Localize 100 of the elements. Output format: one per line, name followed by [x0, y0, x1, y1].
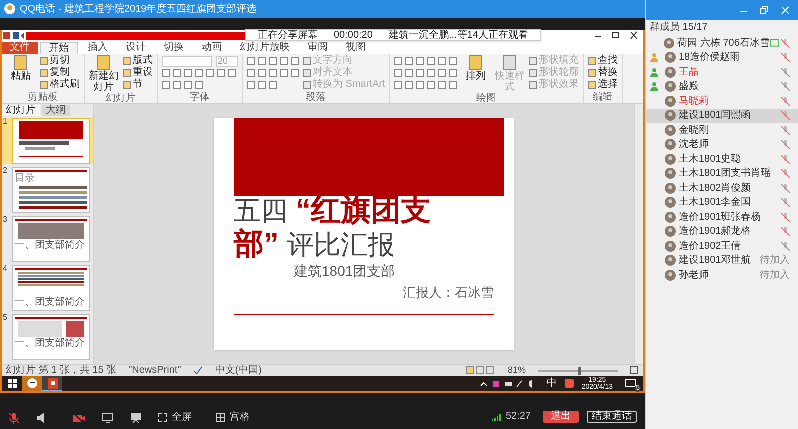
- grid-icon: [216, 413, 226, 423]
- avatar-icon: [665, 110, 676, 122]
- member-row[interactable]: 盛殿: [646, 80, 798, 94]
- group-label: 编辑: [592, 92, 614, 103]
- ribbon-tab[interactable]: 动画: [194, 42, 230, 54]
- member-row[interactable]: 土木1802肖俊颜: [646, 181, 798, 196]
- member-row[interactable]: 荷园 六栋 706石冰雪: [646, 36, 798, 50]
- slide-thumbnail[interactable]: 一、团支部简介: [12, 216, 90, 262]
- thumbnail-title: 一、团支部简介: [15, 339, 86, 349]
- member-row[interactable]: 建设1801闫熙函: [646, 108, 798, 123]
- member-count: 群成员 15/17: [649, 20, 709, 35]
- square-icon: [427, 81, 436, 89]
- square-icon: [303, 57, 311, 65]
- font-name-field[interactable]: [162, 56, 212, 66]
- ribbon-tab[interactable]: 文件: [2, 42, 38, 54]
- avatar-icon: [665, 226, 676, 238]
- square-icon: [40, 81, 48, 89]
- restore-icon[interactable]: [611, 31, 621, 40]
- ribbon-button[interactable]: 选择: [588, 79, 618, 91]
- ribbon-tab[interactable]: 插入: [80, 42, 116, 54]
- avatar-icon: [665, 66, 676, 78]
- square-icon: [40, 57, 48, 65]
- square-icon: [247, 57, 255, 65]
- square-icon: [449, 81, 458, 89]
- ribbon-button[interactable]: 查找: [588, 55, 618, 67]
- screen-icon[interactable]: [102, 412, 114, 424]
- ribbon-button[interactable]: 重设: [123, 67, 153, 79]
- ribbon-tab[interactable]: 幻灯片放映: [232, 42, 298, 54]
- mic-muted-icon: [781, 68, 790, 77]
- slide-thumbnail[interactable]: 一、团支部简介: [12, 314, 90, 360]
- member-row[interactable]: 土木1801团支书肖瑶: [646, 166, 798, 181]
- member-row[interactable]: 建设1801邓世航 待加入: [646, 254, 798, 268]
- slide-thumbnail[interactable]: [12, 118, 90, 164]
- square-icon: [258, 81, 266, 89]
- ribbon-button[interactable]: 排列: [461, 55, 492, 93]
- slide-title-text: 五四: [234, 195, 288, 228]
- ribbon-tab[interactable]: 视图: [338, 42, 374, 54]
- square-icon: [195, 81, 203, 89]
- member-name: 孙老师: [679, 270, 710, 281]
- square-icon: [269, 69, 277, 77]
- mic-muted-icon: [781, 53, 790, 62]
- expand-icon: [158, 413, 168, 423]
- square-icon: [280, 57, 288, 65]
- ribbon-button[interactable]: 版式: [123, 55, 153, 67]
- avatar-icon: [665, 52, 676, 64]
- mic-muted-icon: [781, 184, 790, 193]
- member-row[interactable]: 王晶: [646, 65, 798, 80]
- ribbon-button[interactable]: 节: [123, 79, 153, 91]
- panel-tab[interactable]: 大纲: [42, 105, 70, 116]
- quit-button[interactable]: 退出: [543, 410, 579, 422]
- avatar-icon: [665, 197, 676, 208]
- window-title: QQ电话 - 建筑工程学院2019年度五四红旗团支部评选: [20, 2, 257, 16]
- slide-number: 2: [3, 167, 8, 177]
- member-row[interactable]: 18造价侯赵雨: [646, 50, 798, 65]
- input-method[interactable]: 中: [546, 378, 557, 388]
- member-row[interactable]: 造价1901班张春杨: [646, 210, 798, 224]
- square-icon: [303, 81, 311, 89]
- ribbon-button[interactable]: 格式刷: [40, 79, 80, 91]
- square-icon: [162, 81, 170, 89]
- slide-canvas[interactable]: 五四 “红旗团支 部” 评比汇报 建筑1801团支部 汇报人：石冰雪: [214, 118, 514, 350]
- end-call-button[interactable]: 结束通话: [587, 410, 637, 422]
- app-tray-icon[interactable]: [564, 379, 574, 388]
- grid-view-button[interactable]: 宫格: [216, 412, 250, 424]
- view-icon[interactable]: [466, 366, 496, 375]
- ribbon-tab[interactable]: 切换: [156, 42, 192, 54]
- taskbar-app[interactable]: [42, 376, 62, 391]
- slide-number: 4: [3, 265, 8, 275]
- square-icon: [291, 69, 299, 77]
- member-row[interactable]: 沈老师: [646, 138, 798, 152]
- ribbon-tab[interactable]: 开始: [40, 42, 78, 54]
- presentation-icon[interactable]: [130, 412, 142, 424]
- square-icon: [405, 57, 414, 65]
- join-status: 待加入: [760, 255, 790, 266]
- member-row[interactable]: 金晓刚: [646, 123, 798, 138]
- member-row[interactable]: 造价1901郝龙格: [646, 224, 798, 239]
- ribbon-button[interactable]: 剪切: [40, 55, 80, 67]
- ribbon-button[interactable]: 替换: [588, 67, 618, 79]
- panel-tab[interactable]: 幻灯片: [2, 105, 40, 116]
- member-row[interactable]: 土木1901李金国: [646, 196, 798, 210]
- member-row[interactable]: 造价1902王倩: [646, 239, 798, 254]
- ribbon-button[interactable]: 新建幻灯片: [89, 55, 119, 93]
- scrollbar[interactable]: [634, 104, 643, 364]
- fit-icon[interactable]: [630, 366, 639, 375]
- member-row[interactable]: 土木1801史聪: [646, 152, 798, 166]
- square-icon: [173, 81, 181, 89]
- ribbon-tab[interactable]: 审阅: [300, 42, 336, 54]
- ribbon-button[interactable]: 粘贴: [6, 55, 36, 92]
- close-icon[interactable]: [629, 31, 639, 40]
- ribbon-tab[interactable]: 设计: [118, 42, 154, 54]
- mic-muted-icon: [781, 169, 790, 178]
- slide-thumbnail[interactable]: 一、团支部简介: [12, 265, 90, 311]
- square-icon: [438, 69, 446, 77]
- microphone-icon[interactable]: [8, 412, 20, 424]
- member-name: 土木1802肖俊颜: [679, 182, 752, 194]
- ribbon-button[interactable]: 复制: [40, 67, 80, 79]
- zoom-level: 81%: [508, 366, 526, 375]
- fullscreen-button[interactable]: 全屏: [158, 412, 192, 424]
- camera-icon[interactable]: [72, 412, 86, 424]
- member-row[interactable]: 马晓莉: [646, 94, 798, 108]
- member-row[interactable]: 孙老师 待加入: [646, 268, 798, 282]
